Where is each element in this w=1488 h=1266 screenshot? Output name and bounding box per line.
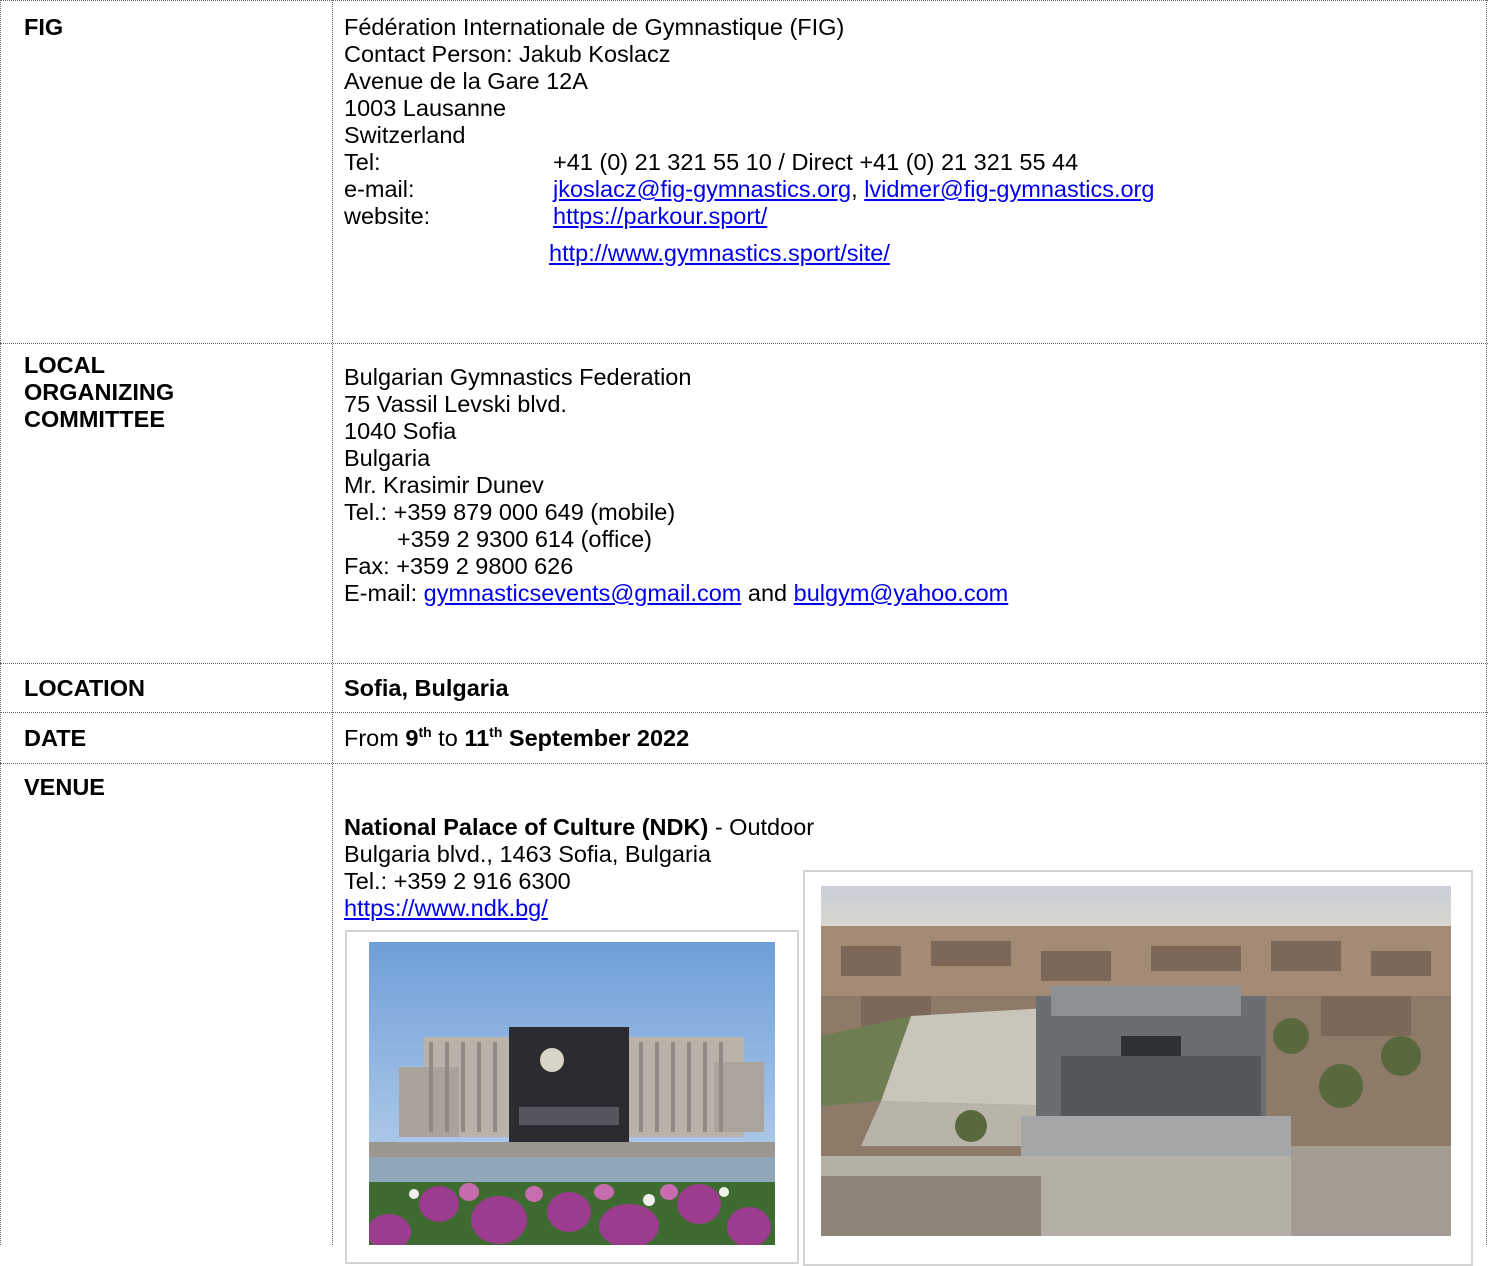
ndk-aerial-photo-image [821, 886, 1451, 1236]
loc-tel-2: +359 2 9300 614 (office) [397, 526, 653, 552]
date-end-day: 11 [464, 725, 490, 751]
fig-website-link-1[interactable]: https://parkour.sport/ [553, 203, 767, 229]
loc-street: 75 Vassil Levski blvd. [344, 391, 567, 417]
row-label-loc: LOCAL ORGANIZING COMMITTEE [24, 352, 174, 433]
fig-website-line-2: http://www.gymnastics.sport/site/ [344, 240, 1154, 267]
fig-city: 1003 Lausanne [344, 95, 507, 121]
table-rule [0, 712, 1488, 713]
venue-name-line: National Palace of Culture (NDK) - Outdo… [344, 814, 814, 841]
venue-address: Bulgaria blvd., 1463 Sofia, Bulgaria [344, 841, 712, 867]
loc-person: Mr. Krasimir Dunev [344, 472, 544, 498]
loc-email-and: and [741, 580, 794, 606]
date-to: to [431, 725, 465, 751]
ndk-aerial-photo [821, 886, 1451, 1236]
venue-name-suffix: - Outdoor [708, 814, 815, 840]
row-label-venue: VENUE [24, 774, 105, 800]
row-label-date: DATE [24, 725, 87, 751]
table-rule [0, 0, 1, 1245]
location-value: Sofia, Bulgaria [344, 675, 509, 701]
venue-website-line: https://www.ndk.bg/ [344, 895, 814, 922]
date-start-day: 9 [405, 725, 419, 751]
venue-block: National Palace of Culture (NDK) - Outdo… [344, 814, 814, 922]
loc-fax: Fax: +359 2 9800 626 [344, 553, 574, 579]
date-from: From [344, 725, 406, 751]
loc-email-link-1[interactable]: gymnasticsevents@gmail.com [424, 580, 742, 606]
ndk-front-photo-image [369, 942, 775, 1245]
fig-email-line: e-mail: jkoslacz@fig-gymnastics.org, lvid… [344, 176, 1154, 203]
loc-email-link-2[interactable]: bulgym@yahoo.com [794, 580, 1009, 606]
table-rule [0, 343, 1488, 344]
fig-tel-label: Tel: [344, 149, 381, 175]
fig-email-label: e-mail: [344, 176, 415, 202]
table-rule [0, 0, 1488, 1]
date-start-suffix: th [418, 724, 432, 740]
loc-tel-1: Tel.: +359 879 000 649 (mobile) [344, 499, 676, 525]
venue-website-link[interactable]: https://www.ndk.bg/ [344, 895, 548, 921]
venue-name: National Palace of Culture (NDK) [344, 814, 709, 840]
table-rule [1486, 0, 1487, 1245]
loc-label-line-2: ORGANIZING [24, 379, 175, 405]
date-end-suffix: th [489, 724, 503, 740]
date-month-year: September 2022 [502, 725, 690, 751]
loc-label-line-1: LOCAL [24, 352, 105, 378]
ndk-front-photo [369, 942, 775, 1245]
loc-label-line-3: COMMITTEE [24, 406, 165, 432]
loc-contact-block: Bulgarian Gymnastics Federation 75 Vassi… [344, 364, 1008, 607]
fig-email-separator: , [851, 176, 865, 202]
loc-city: 1040 Sofia [344, 418, 457, 444]
fig-country: Switzerland [344, 122, 466, 148]
fig-street: Avenue de la Gare 12A [344, 68, 588, 94]
venue-tel: Tel.: +359 2 916 6300 [344, 868, 571, 894]
loc-country: Bulgaria [344, 445, 431, 471]
fig-contact-person: Contact Person: Jakub Koslacz [344, 41, 671, 67]
fig-tel-line: Tel: +41 (0) 21 321 55 10 / Direct +41 (0… [344, 149, 1154, 176]
fig-email-link-1[interactable]: jkoslacz@fig-gymnastics.org [553, 176, 851, 202]
date-value: From 9th to 11th September 2022 [344, 725, 689, 752]
loc-email-prefix: E-mail: [344, 580, 424, 606]
fig-org-name: Fédération Internationale de Gymnastique… [344, 14, 845, 40]
table-rule [0, 763, 1488, 764]
table-rule [332, 0, 333, 1245]
row-label-location: LOCATION [24, 675, 145, 701]
row-label-fig: FIG [24, 14, 64, 40]
fig-contact-block: Fédération Internationale de Gymnastique… [344, 14, 1154, 267]
fig-tel-value: +41 (0) 21 321 55 10 / Direct +41 (0) 21… [553, 149, 1079, 175]
loc-org-name: Bulgarian Gymnastics Federation [344, 364, 692, 390]
fig-email-link-2[interactable]: lvidmer@fig-gymnastics.org [864, 176, 1154, 202]
fig-website-link-2[interactable]: http://www.gymnastics.sport/site/ [549, 240, 890, 266]
fig-website-line: website: https://parkour.sport/ [344, 203, 1154, 230]
table-rule [0, 663, 1488, 664]
fig-website-label: website: [344, 203, 431, 229]
loc-email-line: E-mail: gymnasticsevents@gmail.com and b… [344, 580, 1008, 607]
